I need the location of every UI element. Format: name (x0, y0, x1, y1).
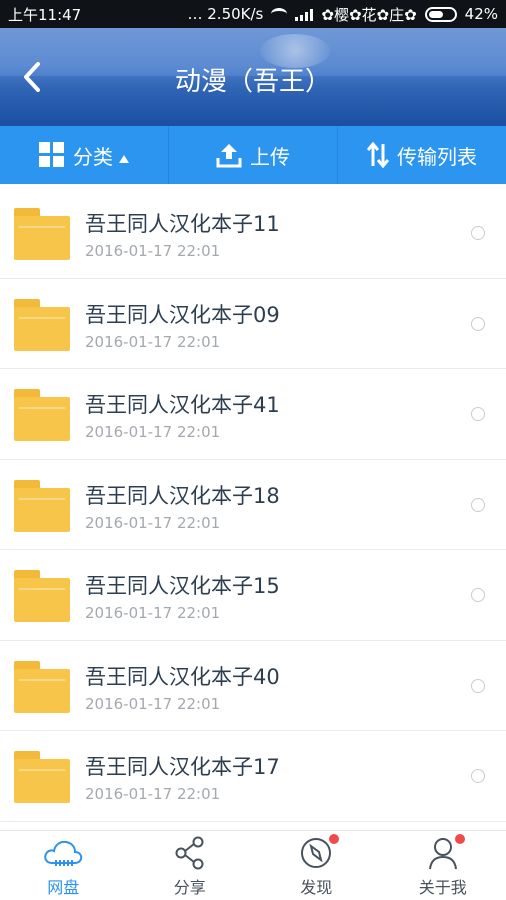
file-date: 2016-01-17 22:01 (85, 513, 221, 532)
file-row[interactable]: 吾王同人汉化本子15 2016-01-17 22:01 (0, 550, 506, 641)
upload-button[interactable]: 上传 (168, 126, 337, 184)
nav-label-netdisk: 网盘 (47, 877, 80, 897)
upload-icon (216, 144, 242, 168)
bottom-nav: 网盘 分享 发现 关于我 (0, 830, 506, 900)
file-row[interactable]: 吾王同人汉化本子11 2016-01-17 22:01 (0, 188, 506, 279)
select-radio[interactable] (471, 678, 485, 693)
share-icon (169, 834, 211, 872)
about-me-badge-dot (454, 834, 465, 844)
file-row[interactable]: 吾王同人汉化本子41 2016-01-17 22:01 (0, 369, 506, 460)
file-name: 吾王同人汉化本子11 (85, 212, 280, 236)
carrier-name: ✿樱✿花✿庄✿ (321, 5, 417, 24)
category-button[interactable]: 分类 (0, 126, 168, 184)
grid-icon (39, 142, 64, 167)
status-bar: 上午11:47 … 2.50K/s ✿樱✿花✿庄✿ 42% (0, 0, 506, 28)
file-row[interactable]: 吾王同人汉化本子17 2016-01-17 22:01 (0, 731, 506, 822)
transfer-list-button[interactable]: 传输列表 (337, 126, 506, 184)
select-radio[interactable] (471, 407, 485, 421)
nav-label-share: 分享 (173, 877, 206, 897)
file-date: 2016-01-17 22:01 (85, 604, 221, 622)
category-label: 分类 (73, 144, 113, 169)
select-radio[interactable] (471, 226, 485, 240)
transfer-arrows-icon (367, 142, 389, 168)
nav-item-netdisk[interactable]: 网盘 (0, 831, 127, 900)
nav-label-about-me: 关于我 (418, 877, 467, 897)
file-row[interactable]: 吾王同人汉化本子18 2016-01-17 22:01 (0, 460, 506, 550)
select-radio[interactable] (471, 588, 485, 602)
file-date: 2016-01-17 22:01 (85, 785, 221, 803)
folder-icon (14, 660, 70, 713)
file-name: 吾王同人汉化本子17 (85, 755, 280, 779)
file-row[interactable]: 吾王同人汉化本子40 2016-01-17 22:01 (0, 641, 506, 731)
status-indicators: … 2.50K/s ✿樱✿花✿庄✿ 42% (188, 4, 499, 25)
select-radio[interactable] (471, 769, 485, 783)
select-radio[interactable] (471, 497, 485, 512)
file-name: 吾王同人汉化本子09 (85, 302, 280, 327)
signal-icon (295, 8, 314, 21)
page-title: 动漫（吾王） (174, 67, 331, 97)
folder-icon (14, 389, 70, 441)
network-speed: … 2.50K/s (187, 5, 264, 23)
wifi-icon (271, 8, 288, 20)
select-radio[interactable] (471, 316, 485, 331)
battery-icon (424, 6, 457, 22)
status-time: 上午11:47 (8, 5, 82, 24)
upload-label: 上传 (250, 144, 290, 169)
dropdown-triangle-icon (119, 155, 129, 163)
file-date: 2016-01-17 22:01 (85, 694, 221, 713)
nav-item-about-me[interactable]: 关于我 (380, 831, 506, 900)
cloud-icon (42, 834, 84, 872)
folder-icon (14, 479, 70, 532)
folder-icon (14, 570, 70, 622)
header-bar: 动漫（吾王） (0, 28, 506, 126)
file-date: 2016-01-17 22:01 (85, 423, 221, 441)
file-name: 吾王同人汉化本子15 (85, 574, 280, 598)
file-name: 吾王同人汉化本子40 (85, 664, 280, 689)
folder-icon (14, 751, 70, 803)
file-date: 2016-01-17 22:01 (85, 332, 221, 351)
folder-icon (14, 298, 70, 351)
file-list: 吾王同人汉化本子11 2016-01-17 22:01 吾王同人汉化本子09 2… (0, 188, 506, 830)
nav-label-discover: 发现 (300, 877, 333, 897)
discover-badge-dot (329, 834, 339, 844)
file-date: 2016-01-17 22:01 (85, 242, 221, 260)
transfer-list-label: 传输列表 (397, 144, 477, 169)
battery-level: 42% (464, 5, 498, 23)
file-name: 吾王同人汉化本子18 (85, 483, 280, 508)
nav-item-share[interactable]: 分享 (127, 831, 254, 900)
file-row[interactable]: 吾王同人汉化本子09 2016-01-17 22:01 (0, 279, 506, 369)
folder-icon (14, 208, 70, 260)
action-toolbar: 分类 上传 传输列表 (0, 126, 506, 184)
file-name: 吾王同人汉化本子41 (85, 393, 280, 417)
nav-item-discover[interactable]: 发现 (253, 831, 380, 900)
